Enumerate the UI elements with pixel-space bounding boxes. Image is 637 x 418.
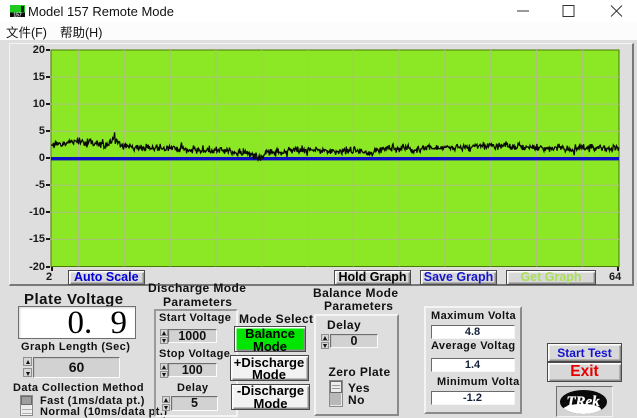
svg-text:TRek: TRek: [566, 394, 600, 410]
